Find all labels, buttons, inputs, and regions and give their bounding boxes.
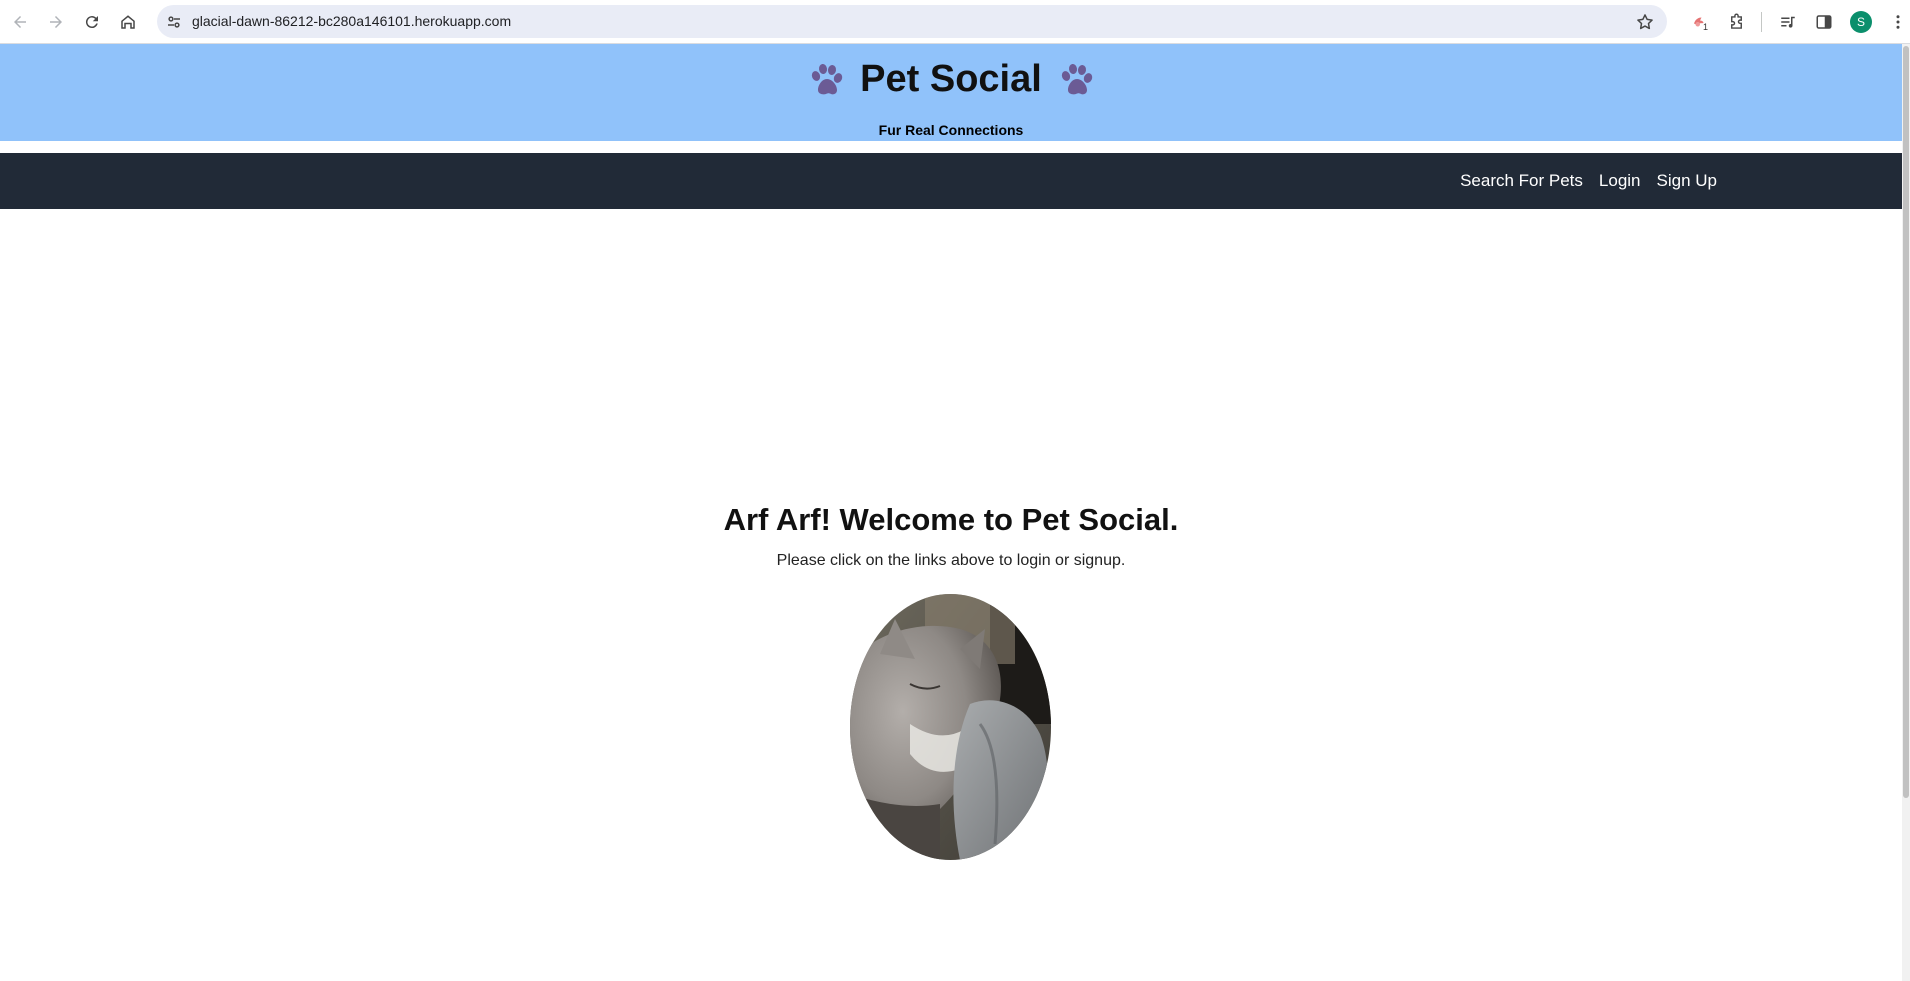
paw-icon xyxy=(811,63,842,94)
paw-icon xyxy=(1062,63,1093,94)
reload-icon[interactable] xyxy=(80,10,104,34)
browser-toolbar: glacial-dawn-86212-bc280a146101.herokuap… xyxy=(0,0,1910,44)
forward-icon[interactable] xyxy=(44,10,68,34)
site-tagline: Fur Real Connections xyxy=(878,122,1024,138)
address-bar[interactable]: glacial-dawn-86212-bc280a146101.herokuap… xyxy=(157,5,1667,38)
main-navbar: Search For Pets Login Sign Up xyxy=(0,153,1902,209)
site-title: Pet Social xyxy=(860,58,1042,100)
toolbar-divider xyxy=(1761,12,1762,32)
sleeping-cat-photo xyxy=(850,594,1051,860)
site-settings-icon[interactable] xyxy=(165,13,183,31)
nav-sign-up[interactable]: Sign Up xyxy=(1657,171,1717,191)
home-icon[interactable] xyxy=(116,10,140,34)
puzzle-icon[interactable] xyxy=(1724,10,1748,34)
site-title-row: Pet Social xyxy=(0,58,1902,101)
media-icon[interactable] xyxy=(1776,10,1800,34)
page-scrollbar[interactable] xyxy=(1902,44,1910,981)
scrollbar-thumb[interactable] xyxy=(1903,46,1909,798)
url-text[interactable]: glacial-dawn-86212-bc280a146101.herokuap… xyxy=(192,5,511,38)
nav-links: Search For Pets Login Sign Up xyxy=(1460,153,1717,209)
site-header: Pet Social Fur Real Connections xyxy=(0,44,1902,141)
back-icon[interactable] xyxy=(8,10,32,34)
welcome-instructions: Please click on the links above to login… xyxy=(776,552,1126,569)
page-content: Pet Social Fur Real Connections Search F… xyxy=(0,44,1902,981)
extension-badge: 1 xyxy=(1701,22,1711,32)
bookmark-star-icon[interactable] xyxy=(1635,12,1655,32)
nav-search-for-pets[interactable]: Search For Pets xyxy=(1460,171,1583,191)
nav-login[interactable]: Login xyxy=(1599,171,1641,191)
welcome-heading: Arf Arf! Welcome to Pet Social. xyxy=(723,502,1179,537)
side-panel-icon[interactable] xyxy=(1812,10,1836,34)
menu-icon[interactable] xyxy=(1886,10,1910,34)
extension-icon[interactable]: 1 xyxy=(1688,10,1712,34)
profile-avatar[interactable]: S xyxy=(1850,11,1872,33)
